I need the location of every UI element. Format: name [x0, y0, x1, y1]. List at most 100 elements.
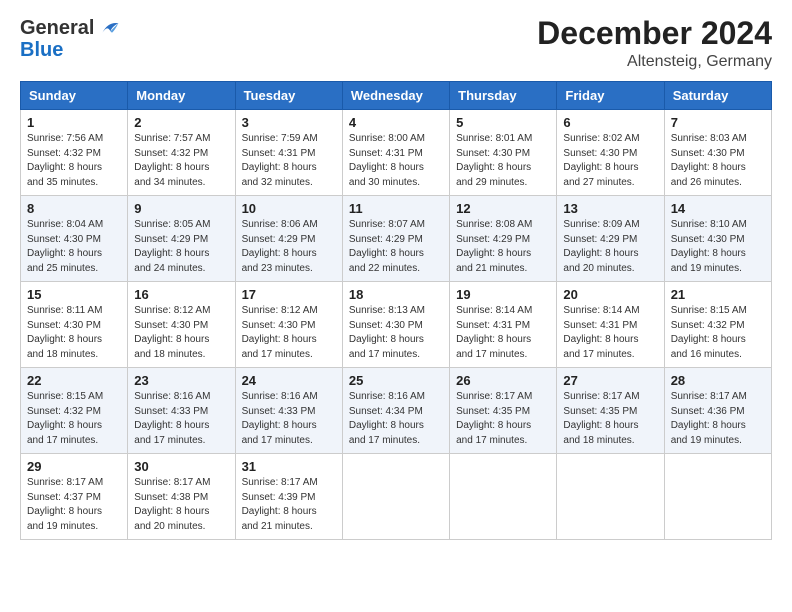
- day-info: Sunrise: 8:16 AMSunset: 4:33 PMDaylight:…: [134, 390, 228, 448]
- day-number: 15: [27, 287, 121, 302]
- calendar-cell: 26Sunrise: 8:17 AMSunset: 4:35 PMDayligh…: [450, 368, 557, 454]
- day-info: Sunrise: 8:07 AMSunset: 4:29 PMDaylight:…: [349, 218, 443, 276]
- calendar-cell: 24 Sunrise: 8:16 AMSunset: 4:33 PMDayligh…: [235, 368, 342, 454]
- day-number: 9: [134, 201, 228, 216]
- day-number: 14: [671, 201, 765, 216]
- calendar-cell: 5Sunrise: 8:01 AMSunset: 4:30 PMDaylight…: [450, 110, 557, 196]
- day-info: Sunrise: 8:12 AMSunset: 4:30 PMDaylight:…: [242, 304, 336, 362]
- calendar-week-row: 1 Sunrise: 7:56 AMSunset: 4:32 PMDaylight…: [21, 110, 772, 196]
- calendar-cell: 20 Sunrise: 8:14 AMSunset: 4:31 PMDayligh…: [557, 282, 664, 368]
- day-number: 4: [349, 115, 443, 130]
- calendar-cell: [557, 454, 664, 540]
- day-number: 19: [456, 287, 550, 302]
- calendar-cell: 18 Sunrise: 8:13 AMSunset: 4:30 PMDayligh…: [342, 282, 449, 368]
- day-number: 30: [134, 459, 228, 474]
- calendar-cell: 30Sunrise: 8:17 AMSunset: 4:38 PMDayligh…: [128, 454, 235, 540]
- calendar-day-header: Sunday: [21, 82, 128, 110]
- day-info: Sunrise: 8:03 AMSunset: 4:30 PMDaylight:…: [671, 132, 765, 190]
- day-info: Sunrise: 8:17 AMSunset: 4:36 PMDaylight:…: [671, 390, 765, 448]
- day-info: Sunrise: 8:11 AMSunset: 4:30 PMDaylight:…: [27, 304, 121, 362]
- calendar-cell: 8 Sunrise: 8:04 AMSunset: 4:30 PMDaylight…: [21, 196, 128, 282]
- day-number: 5: [456, 115, 550, 130]
- day-info: Sunrise: 7:56 AMSunset: 4:32 PMDaylight:…: [27, 132, 121, 190]
- calendar-cell: 6Sunrise: 8:02 AMSunset: 4:30 PMDaylight…: [557, 110, 664, 196]
- logo-blue: Blue: [20, 39, 63, 61]
- calendar-week-row: 8 Sunrise: 8:04 AMSunset: 4:30 PMDaylight…: [21, 196, 772, 282]
- day-number: 1: [27, 115, 121, 130]
- day-number: 17: [242, 287, 336, 302]
- day-info: Sunrise: 8:17 AMSunset: 4:35 PMDaylight:…: [563, 390, 657, 448]
- logo-bird-icon: [96, 16, 120, 40]
- page-header: General Blue December 2024 Altensteig, G…: [20, 16, 772, 71]
- day-number: 25: [349, 373, 443, 388]
- day-number: 13: [563, 201, 657, 216]
- calendar-day-header: Wednesday: [342, 82, 449, 110]
- day-number: 12: [456, 201, 550, 216]
- day-info: Sunrise: 8:13 AMSunset: 4:30 PMDaylight:…: [349, 304, 443, 362]
- calendar-cell: 21Sunrise: 8:15 AMSunset: 4:32 PMDayligh…: [664, 282, 771, 368]
- day-number: 28: [671, 373, 765, 388]
- day-number: 18: [349, 287, 443, 302]
- day-info: Sunrise: 7:57 AMSunset: 4:32 PMDaylight:…: [134, 132, 228, 190]
- calendar-table: SundayMondayTuesdayWednesdayThursdayFrid…: [20, 81, 772, 540]
- location-title: Altensteig, Germany: [537, 53, 772, 71]
- logo-general: General: [20, 18, 94, 38]
- day-number: 24: [242, 373, 336, 388]
- calendar-day-header: Monday: [128, 82, 235, 110]
- calendar-cell: [664, 454, 771, 540]
- title-block: December 2024 Altensteig, Germany: [537, 16, 772, 71]
- day-number: 7: [671, 115, 765, 130]
- day-info: Sunrise: 8:17 AMSunset: 4:35 PMDaylight:…: [456, 390, 550, 448]
- calendar-cell: 15 Sunrise: 8:11 AMSunset: 4:30 PMDayligh…: [21, 282, 128, 368]
- month-title: December 2024: [537, 16, 772, 51]
- calendar-cell: 9 Sunrise: 8:05 AMSunset: 4:29 PMDaylight…: [128, 196, 235, 282]
- day-info: Sunrise: 8:12 AMSunset: 4:30 PMDaylight:…: [134, 304, 228, 362]
- day-info: Sunrise: 8:10 AMSunset: 4:30 PMDaylight:…: [671, 218, 765, 276]
- calendar-cell: 2 Sunrise: 7:57 AMSunset: 4:32 PMDaylight…: [128, 110, 235, 196]
- day-number: 31: [242, 459, 336, 474]
- day-info: Sunrise: 8:14 AMSunset: 4:31 PMDaylight:…: [456, 304, 550, 362]
- calendar-cell: 25 Sunrise: 8:16 AMSunset: 4:34 PMDayligh…: [342, 368, 449, 454]
- day-number: 20: [563, 287, 657, 302]
- calendar-day-header: Friday: [557, 82, 664, 110]
- day-info: Sunrise: 8:08 AMSunset: 4:29 PMDaylight:…: [456, 218, 550, 276]
- calendar-cell: 12 Sunrise: 8:08 AMSunset: 4:29 PMDayligh…: [450, 196, 557, 282]
- day-info: Sunrise: 8:15 AMSunset: 4:32 PMDaylight:…: [671, 304, 765, 362]
- calendar-week-row: 29 Sunrise: 8:17 AMSunset: 4:37 PMDayligh…: [21, 454, 772, 540]
- day-number: 6: [563, 115, 657, 130]
- day-info: Sunrise: 8:06 AMSunset: 4:29 PMDaylight:…: [242, 218, 336, 276]
- day-info: Sunrise: 8:16 AMSunset: 4:34 PMDaylight:…: [349, 390, 443, 448]
- day-number: 8: [27, 201, 121, 216]
- calendar-cell: 27 Sunrise: 8:17 AMSunset: 4:35 PMDayligh…: [557, 368, 664, 454]
- day-info: Sunrise: 8:17 AMSunset: 4:37 PMDaylight:…: [27, 476, 121, 534]
- calendar-week-row: 15 Sunrise: 8:11 AMSunset: 4:30 PMDayligh…: [21, 282, 772, 368]
- day-info: Sunrise: 8:16 AMSunset: 4:33 PMDaylight:…: [242, 390, 336, 448]
- calendar-cell: 1 Sunrise: 7:56 AMSunset: 4:32 PMDaylight…: [21, 110, 128, 196]
- day-info: Sunrise: 8:14 AMSunset: 4:31 PMDaylight:…: [563, 304, 657, 362]
- calendar-cell: 4Sunrise: 8:00 AMSunset: 4:31 PMDaylight…: [342, 110, 449, 196]
- day-number: 27: [563, 373, 657, 388]
- calendar-day-header: Thursday: [450, 82, 557, 110]
- calendar-cell: 3 Sunrise: 7:59 AMSunset: 4:31 PMDaylight…: [235, 110, 342, 196]
- day-number: 29: [27, 459, 121, 474]
- calendar-cell: 28 Sunrise: 8:17 AMSunset: 4:36 PMDayligh…: [664, 368, 771, 454]
- day-info: Sunrise: 7:59 AMSunset: 4:31 PMDaylight:…: [242, 132, 336, 190]
- day-number: 11: [349, 201, 443, 216]
- calendar-header-row: SundayMondayTuesdayWednesdayThursdayFrid…: [21, 82, 772, 110]
- calendar-cell: [450, 454, 557, 540]
- day-number: 22: [27, 373, 121, 388]
- calendar-cell: 22Sunrise: 8:15 AMSunset: 4:32 PMDayligh…: [21, 368, 128, 454]
- day-info: Sunrise: 8:17 AMSunset: 4:39 PMDaylight:…: [242, 476, 336, 534]
- calendar-week-row: 22Sunrise: 8:15 AMSunset: 4:32 PMDayligh…: [21, 368, 772, 454]
- calendar-cell: 13 Sunrise: 8:09 AMSunset: 4:29 PMDayligh…: [557, 196, 664, 282]
- calendar-cell: 16Sunrise: 8:12 AMSunset: 4:30 PMDayligh…: [128, 282, 235, 368]
- day-number: 2: [134, 115, 228, 130]
- day-info: Sunrise: 8:09 AMSunset: 4:29 PMDaylight:…: [563, 218, 657, 276]
- day-number: 3: [242, 115, 336, 130]
- day-info: Sunrise: 8:04 AMSunset: 4:30 PMDaylight:…: [27, 218, 121, 276]
- day-number: 10: [242, 201, 336, 216]
- calendar-cell: 29 Sunrise: 8:17 AMSunset: 4:37 PMDayligh…: [21, 454, 128, 540]
- calendar-cell: 10 Sunrise: 8:06 AMSunset: 4:29 PMDayligh…: [235, 196, 342, 282]
- calendar-cell: 19 Sunrise: 8:14 AMSunset: 4:31 PMDayligh…: [450, 282, 557, 368]
- day-info: Sunrise: 8:05 AMSunset: 4:29 PMDaylight:…: [134, 218, 228, 276]
